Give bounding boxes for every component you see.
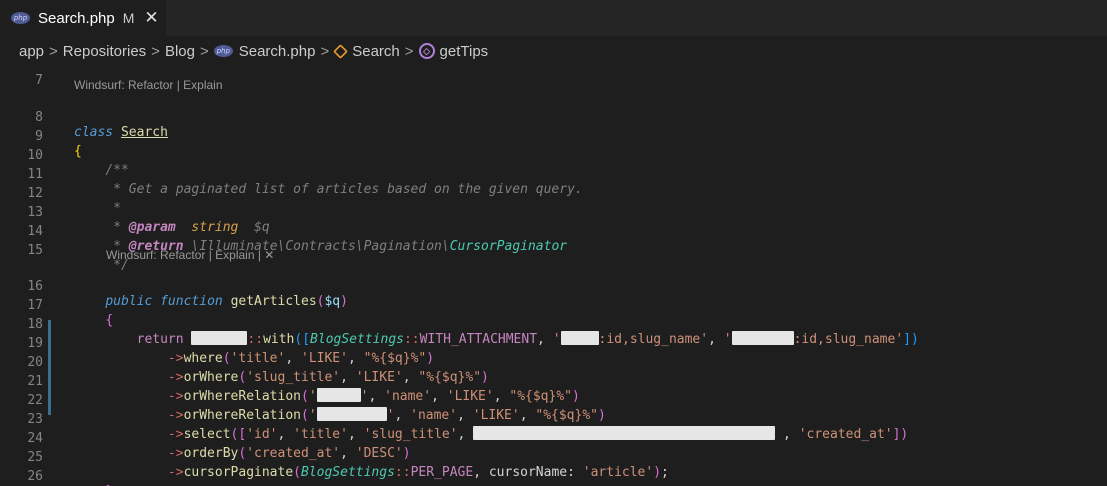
code-line: 18 return ::with([BlogSettings::WITH_ATT… (0, 300, 1107, 347)
code-line: 17 { (0, 281, 1107, 328)
chevron-right-icon: > (151, 42, 160, 60)
line-number: 7 (35, 73, 43, 88)
chevron-right-icon: > (404, 42, 414, 60)
breadcrumb-method-label: getTips (439, 42, 489, 60)
tab-search-php[interactable]: php Search.php M ✕ (0, 0, 166, 36)
code-line: 20 ->orWhere('slug_title', 'LIKE', "%{$q… (0, 338, 1107, 385)
tab-bar: php Search.php M ✕ (0, 0, 1107, 36)
code-line: 22 ->orWhereRelation(' ', 'name', 'LIKE',… (0, 376, 1107, 423)
breadcrumb-file-label: Search.php (238, 42, 316, 60)
code-line: 7 (0, 66, 1107, 88)
breadcrumb-item-repositories[interactable]: Repositories (63, 43, 146, 60)
code-line: 13 * @param string $q (0, 188, 1107, 235)
code-line: 9 { (0, 112, 1107, 159)
php-file-icon: php (11, 12, 30, 24)
class-symbol-icon (333, 43, 349, 59)
breadcrumb-item-blog[interactable]: Blog (165, 43, 195, 60)
code-line: 21 ->orWhereRelation(' ', 'name', 'LIKE',… (0, 357, 1107, 404)
code-line: 16 public function getArticles($q) (0, 262, 1107, 309)
code-line: 27 (0, 471, 1107, 486)
code-line: 10 /** (0, 131, 1107, 178)
code-line: 14 * @return \Illuminate\Contracts\Pagin… (0, 207, 1107, 254)
code-line: 12 * (0, 169, 1107, 216)
method-symbol-icon: ◇ (418, 43, 435, 59)
code-line: 11 * Get a paginated list of articles ba… (0, 150, 1107, 197)
modified-indicator: M (122, 10, 135, 26)
code-line: 19 ->where('title', 'LIKE', "%{$q}%") (0, 319, 1107, 366)
breadcrumb-item-app[interactable]: app (19, 43, 44, 60)
close-icon[interactable]: ✕ (144, 8, 158, 28)
code-line: 23 ->select(['id', 'title', 'slug_title'… (0, 395, 1107, 442)
code-line: 26 } (0, 452, 1107, 486)
code-line: 8 class Search (0, 93, 1107, 140)
codelens-refactor-explain[interactable]: Windsurf: Refactor | Explain (74, 76, 223, 94)
chevron-right-icon: > (320, 42, 330, 60)
code-line: 15 */ (0, 226, 1107, 273)
breadcrumb-item-class[interactable]: Search (333, 42, 400, 60)
line-number: 15 (27, 243, 43, 258)
breadcrumb: app > Repositories > Blog > php Search.p… (0, 36, 1107, 66)
tab-title: Search.php (38, 9, 115, 27)
code-line: 25 ->cursorPaginate(BlogSettings::PER_PA… (0, 433, 1107, 480)
breadcrumb-item-method[interactable]: ◇ getTips (418, 42, 489, 60)
breadcrumb-item-file[interactable]: php Search.php (213, 42, 316, 60)
chevron-right-icon: > (49, 42, 58, 60)
breadcrumb-class-label: Search (352, 42, 400, 60)
code-editor[interactable]: 7 Windsurf: Refactor | Explain 8 class S… (0, 66, 1107, 486)
code-line: 24 ->orderBy('created_at', 'DESC') (0, 414, 1107, 461)
chevron-right-icon: > (199, 42, 209, 60)
php-file-icon: php (213, 45, 233, 57)
